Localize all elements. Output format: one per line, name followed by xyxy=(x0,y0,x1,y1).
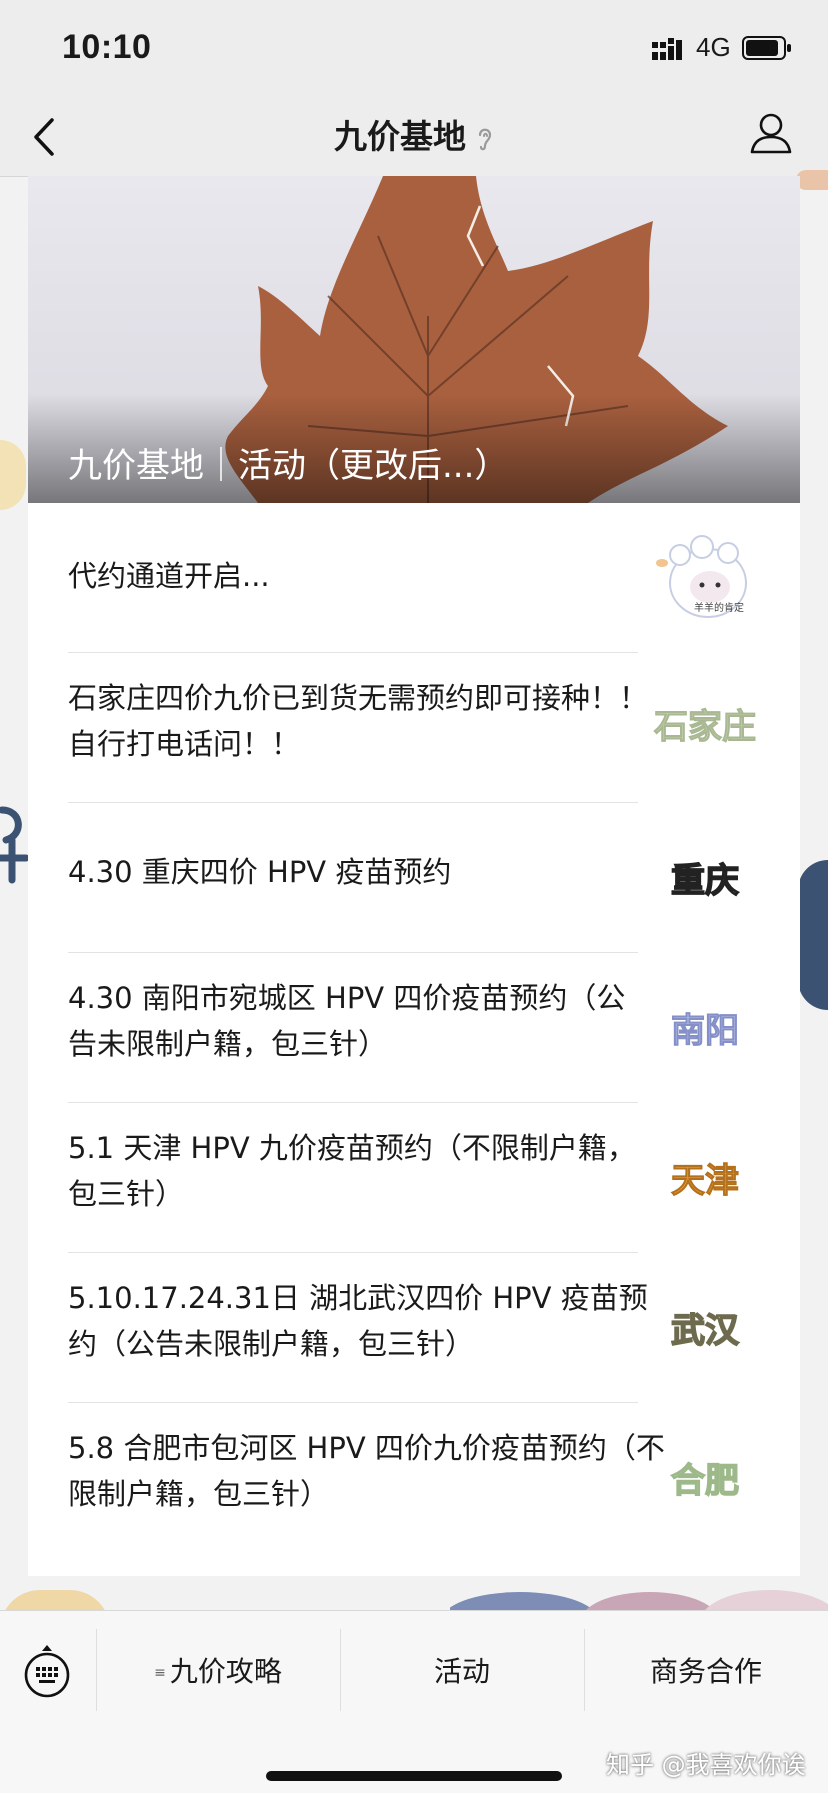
bottom-menu: ≡ 九价攻略 活动 商务合作 知乎 @我喜欢你诶 xyxy=(0,1610,828,1793)
menu-item-business[interactable]: 商务合作 xyxy=(585,1647,827,1697)
background-decoration xyxy=(0,440,26,510)
list-item[interactable]: 4.30 南阳市宛城区 HPV 四价疫苗预约（公告未限制户籍，包三针） 南阳 xyxy=(28,953,800,1103)
list-item[interactable]: 石家庄四价九价已到货无需预约即可接种！！自行打电话问！！ 石家庄 xyxy=(28,653,800,803)
menu-item-activity[interactable]: 活动 xyxy=(341,1647,583,1697)
background-decoration xyxy=(796,170,828,190)
list-item[interactable]: 5.10.17.24.31日 湖北武汉四价 HPV 疫苗预约（公告未限制户籍，包… xyxy=(28,1253,800,1403)
menu-item-guide[interactable]: ≡ 九价攻略 xyxy=(97,1647,339,1697)
page-title-text: 九价基地 xyxy=(334,117,466,156)
list-item[interactable]: 4.30 重庆四价 HPV 疫苗预约 重庆 xyxy=(28,803,800,953)
banner-title: 九价基地｜活动（更改后...） xyxy=(68,446,509,486)
article-thumbnail: 南阳 xyxy=(671,1010,740,1051)
thumbnail-caption: 羊羊的肯定 xyxy=(694,603,744,614)
article-title: 4.30 南阳市宛城区 HPV 四价疫苗预约（公告未限制户籍，包三针） xyxy=(68,981,626,1061)
article-title: 5.1 天津 HPV 九价疫苗预约（不限制户籍，包三针） xyxy=(68,1131,636,1211)
list-item[interactable]: 代约通道开启... 羊羊的肯定 xyxy=(28,503,800,653)
battery-icon xyxy=(742,36,791,60)
menu-item-label: 活动 xyxy=(433,1655,490,1688)
watermark: 知乎 @我喜欢你诶 xyxy=(606,1751,806,1779)
banner[interactable]: 九价基地｜活动（更改后...） xyxy=(28,176,800,503)
article-title: 5.8 合肥市包河区 HPV 四价九价疫苗预约（不限制户籍，包三针） xyxy=(68,1431,665,1511)
page-title: 九价基地 xyxy=(0,110,828,158)
menu-item-label: 商务合作 xyxy=(649,1655,762,1688)
keyboard-icon[interactable] xyxy=(22,1643,72,1699)
background-decoration xyxy=(798,860,828,1010)
article-title: 4.30 重庆四价 HPV 疫苗预约 xyxy=(68,855,452,889)
sheep-illustration xyxy=(656,535,747,618)
article-card: 九价基地｜活动（更改后...） 代约通道开启... 羊羊的肯定 石家庄四价九价已… xyxy=(28,176,800,1576)
listen-icon[interactable] xyxy=(476,125,494,153)
article-title: 5.10.17.24.31日 湖北武汉四价 HPV 疫苗预约（公告未限制户籍，包… xyxy=(68,1281,648,1361)
status-bar: 10:10 4G xyxy=(0,0,828,98)
article-thumbnail: 天津 xyxy=(671,1160,740,1201)
person-icon[interactable] xyxy=(748,110,794,156)
status-time: 10:10 xyxy=(62,28,152,66)
list-item[interactable]: 5.8 合肥市包河区 HPV 四价九价疫苗预约（不限制户籍，包三针） 合肥 xyxy=(28,1403,800,1553)
list-item[interactable]: 5.1 天津 HPV 九价疫苗预约（不限制户籍，包三针） 天津 xyxy=(28,1103,800,1253)
article-thumbnail: 石家庄 xyxy=(654,706,757,747)
article-thumbnail: 重庆 xyxy=(670,860,740,902)
home-indicator[interactable] xyxy=(266,1771,562,1781)
article-title: 石家庄四价九价已到货无需预约即可接种！！自行打电话问！！ xyxy=(68,681,649,761)
nav-bar: 九价基地 xyxy=(0,98,828,177)
network-type: 4G xyxy=(696,32,731,62)
article-thumbnail: 合肥 xyxy=(670,1460,740,1502)
article-title: 代约通道开启... xyxy=(68,559,270,593)
submenu-icon: ≡ xyxy=(154,1665,166,1681)
signal-icon xyxy=(652,38,682,60)
menu-item-label: 九价攻略 xyxy=(169,1655,282,1688)
article-thumbnail: 武汉 xyxy=(670,1310,740,1352)
article-thumbnail: 羊羊的肯定 xyxy=(650,533,760,633)
